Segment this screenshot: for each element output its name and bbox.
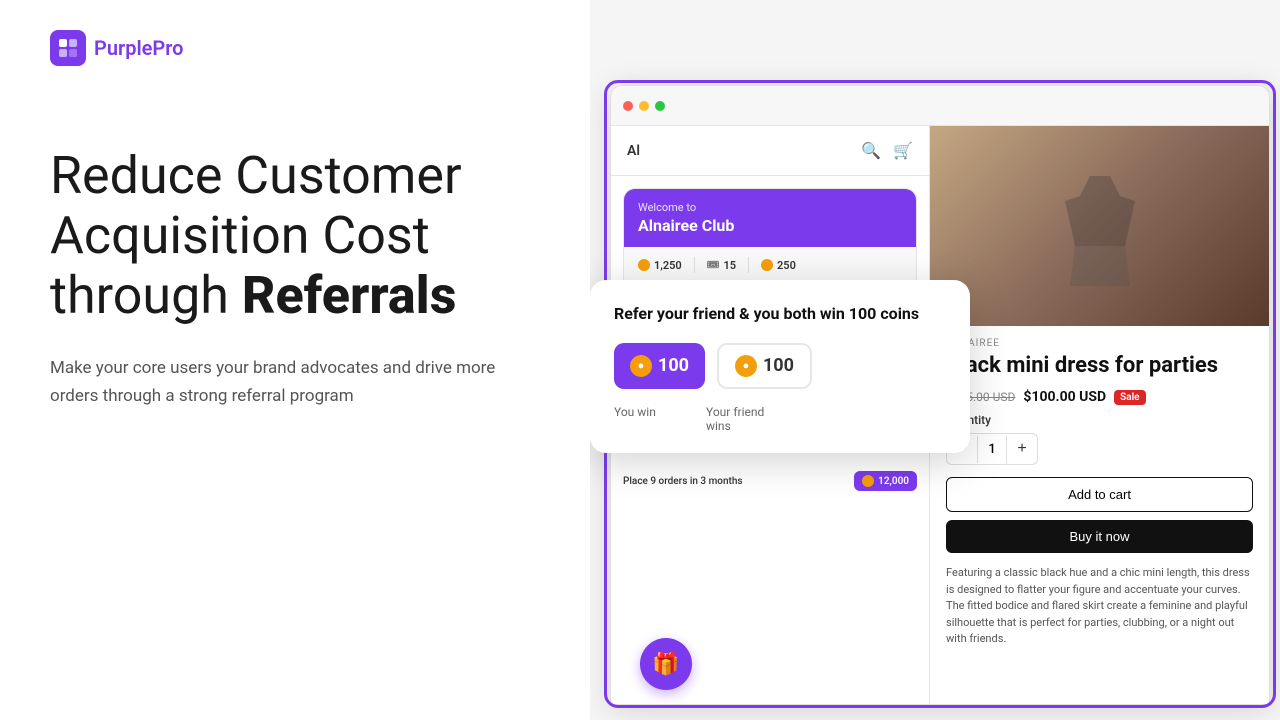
product-image [930, 126, 1269, 326]
loyalty-header: Welcome to Alnairee Club [624, 189, 916, 247]
headline-line3-plain: through [50, 265, 242, 326]
buy-now-button[interactable]: Buy it now [946, 520, 1253, 553]
quantity-value: 1 [977, 436, 1007, 463]
browser-bar [611, 86, 1269, 126]
stat-divider-2 [748, 257, 749, 273]
logo-name: PurplePro [94, 36, 183, 60]
stat-divider-1 [694, 257, 695, 273]
quantity-label: Quantity [946, 413, 1253, 427]
friend-win-label: Your friend wins [706, 405, 786, 433]
extra-value: 250 [777, 259, 796, 272]
headline-line2: Acquisition Cost [50, 205, 430, 266]
gift-icon: 🎁 [652, 652, 679, 677]
cart-icon[interactable]: 🛒 [893, 141, 913, 160]
product-panel: ALNAIREE Black mini dress for parties $1… [930, 126, 1269, 704]
referral-modal-title: Refer your friend & you both win 100 coi… [614, 304, 946, 325]
tickets-value: 15 [723, 259, 736, 272]
referral-labels: You win Your friend wins [614, 405, 946, 433]
coins-reward-badge: 12,000 [854, 471, 917, 491]
extra-coin-icon [761, 259, 773, 271]
product-description: Featuring a classic black hue and a chic… [946, 565, 1253, 648]
price-row: $125.00 USD $100.00 USD Sale [946, 389, 1253, 405]
coins-stat: 1,250 [638, 259, 682, 272]
place-orders-text: Place 9 orders in 3 months [623, 476, 743, 487]
quantity-increase-button[interactable]: + [1007, 434, 1037, 464]
ticket-icon: 🎟 [707, 260, 720, 271]
coins-badge-icon [862, 475, 874, 487]
left-panel: PurplePro Reduce Customer Acquisition Co… [0, 0, 590, 720]
coins-reward-value: 12,000 [878, 476, 909, 487]
main-headline: Reduce Customer Acquisition Cost through… [50, 146, 540, 410]
browser-dot-red [623, 101, 633, 111]
you-coins-value: 100 [658, 355, 689, 376]
product-info: ALNAIREE Black mini dress for parties $1… [930, 326, 1269, 660]
friend-win-option: ● 100 [717, 343, 812, 389]
loyalty-club-name: Alnairee Club [638, 216, 902, 235]
you-win-option: ● 100 [614, 343, 705, 389]
product-image-placeholder [930, 126, 1269, 326]
browser-dot-green [655, 101, 665, 111]
sale-badge: Sale [1114, 390, 1145, 405]
store-header: Al 🔍 🛒 [611, 126, 929, 176]
right-panel: Al 🔍 🛒 Welcome to Alnairee Club [590, 0, 1280, 720]
loyalty-stats: 1,250 🎟 15 250 [624, 247, 916, 284]
logo-area: PurplePro [50, 30, 540, 66]
friend-coins-value: 100 [763, 355, 794, 376]
headline-line3-bold: Referrals [242, 265, 457, 326]
logo-icon [50, 30, 86, 66]
coins-value: 1,250 [654, 259, 682, 272]
product-name: Black mini dress for parties [946, 353, 1253, 379]
subtitle: Make your core users your brand advocate… [50, 355, 510, 409]
add-to-cart-button[interactable]: Add to cart [946, 477, 1253, 512]
store-header-text: Al [627, 143, 640, 159]
gift-button[interactable]: 🎁 [640, 638, 692, 690]
referral-options: ● 100 ● 100 [614, 343, 946, 389]
browser-dot-yellow [639, 101, 649, 111]
you-coin-icon: ● [630, 355, 652, 377]
extra-stat: 250 [761, 259, 796, 272]
friend-coin-icon: ● [735, 355, 757, 377]
referral-modal: Refer your friend & you both win 100 coi… [590, 280, 970, 453]
loyalty-welcome: Welcome to [638, 201, 902, 214]
search-icon[interactable]: 🔍 [861, 141, 881, 160]
coin-icon [638, 259, 650, 271]
headline-line1: Reduce Customer [50, 145, 462, 206]
price-sale: $100.00 USD [1023, 389, 1106, 405]
you-win-label: You win [614, 405, 694, 433]
place-orders-row: Place 9 orders in 3 months 12,000 [611, 463, 929, 499]
product-brand: ALNAIREE [946, 338, 1253, 349]
tickets-stat: 🎟 15 [707, 259, 736, 272]
store-header-icons: 🔍 🛒 [861, 141, 913, 160]
